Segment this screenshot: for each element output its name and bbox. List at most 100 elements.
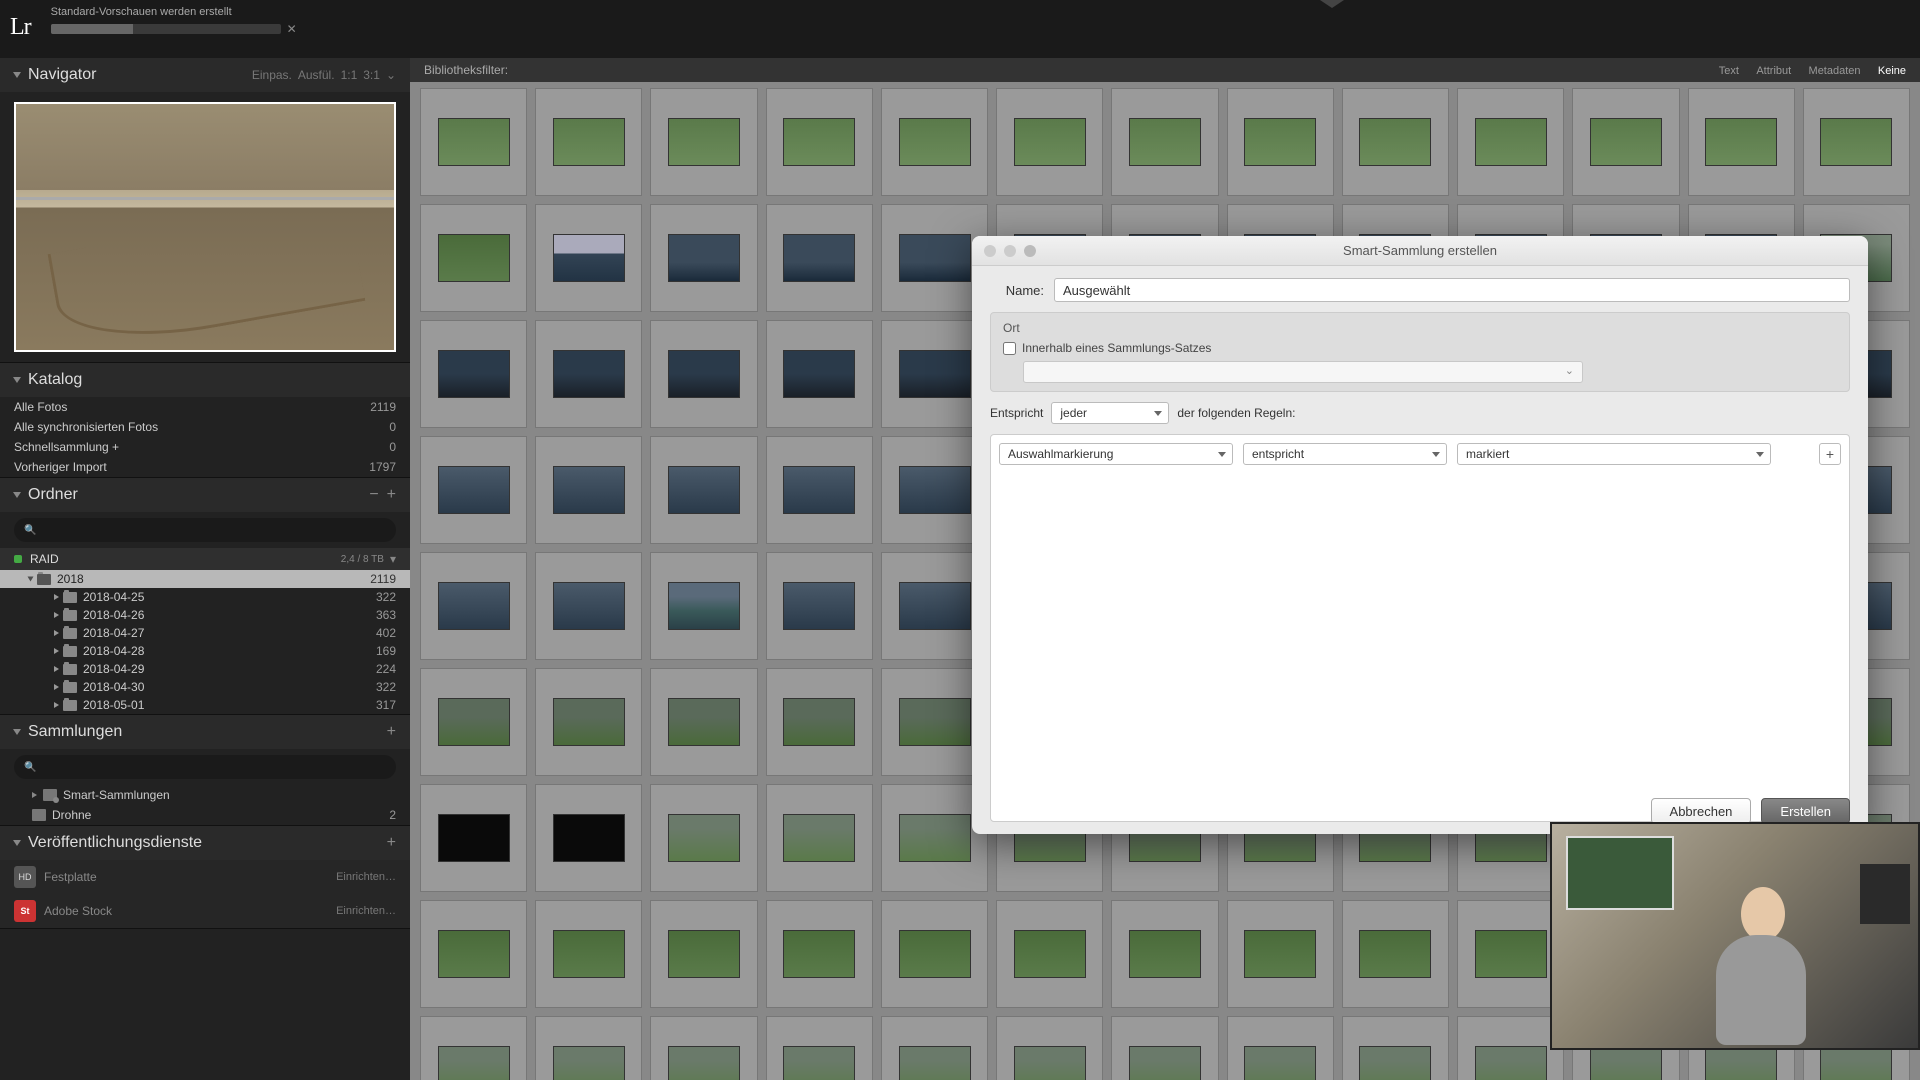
grid-cell[interactable] [996, 900, 1103, 1008]
grid-cell[interactable] [420, 204, 527, 312]
remove-folder-button[interactable]: − [369, 486, 378, 504]
grid-cell[interactable] [1342, 900, 1449, 1008]
window-zoom-icon[interactable] [1024, 245, 1036, 257]
grid-cell[interactable] [766, 320, 873, 428]
catalog-header[interactable]: Katalog [0, 363, 410, 397]
disclosure-triangle-icon[interactable] [54, 666, 59, 672]
grid-cell[interactable] [881, 88, 988, 196]
disclosure-triangle-icon[interactable] [54, 630, 59, 636]
publish-header[interactable]: Veröffentlichungsdienste + [0, 826, 410, 860]
grid-cell[interactable] [1111, 88, 1218, 196]
grid-cell[interactable] [650, 1016, 757, 1080]
collection-item[interactable]: Smart-Sammlungen [0, 785, 410, 805]
grid-cell[interactable] [420, 88, 527, 196]
rule-operator-select[interactable]: entspricht [1243, 443, 1447, 465]
grid-cell[interactable] [1111, 900, 1218, 1008]
disclosure-triangle-icon[interactable] [54, 612, 59, 618]
folder-row[interactable]: 2018-04-27402 [0, 624, 410, 642]
folder-row[interactable]: 2018-04-28169 [0, 642, 410, 660]
module-picker-arrow-icon[interactable] [1320, 0, 1344, 8]
grid-cell[interactable] [1572, 88, 1679, 196]
collections-header[interactable]: Sammlungen + [0, 715, 410, 749]
navigator-preview-image[interactable] [14, 102, 396, 352]
grid-cell[interactable] [535, 88, 642, 196]
checkbox-input[interactable] [1003, 342, 1016, 355]
folder-row-root[interactable]: 2018 2119 [0, 570, 410, 588]
grid-cell[interactable] [535, 1016, 642, 1080]
catalog-item[interactable]: Schnellsammlung +0 [0, 437, 410, 457]
grid-cell[interactable] [420, 1016, 527, 1080]
dialog-titlebar[interactable]: Smart-Sammlung erstellen [972, 236, 1868, 266]
disclosure-triangle-icon[interactable] [54, 684, 59, 690]
grid-cell[interactable] [881, 1016, 988, 1080]
grid-cell[interactable] [535, 320, 642, 428]
grid-cell[interactable] [650, 784, 757, 892]
catalog-item[interactable]: Vorheriger Import1797 [0, 457, 410, 477]
grid-cell[interactable] [420, 552, 527, 660]
navigator-header[interactable]: Navigator Einpas.Ausfül.1:13:1⌄ [0, 58, 410, 92]
grid-cell[interactable] [535, 900, 642, 1008]
chevron-down-icon[interactable]: ▾ [390, 552, 396, 566]
catalog-item[interactable]: Alle synchronisierten Fotos0 [0, 417, 410, 437]
grid-cell[interactable] [766, 552, 873, 660]
grid-cell[interactable] [996, 88, 1103, 196]
grid-cell[interactable] [1457, 900, 1564, 1008]
grid-cell[interactable] [1688, 88, 1795, 196]
collection-set-select[interactable] [1023, 361, 1583, 383]
disclosure-triangle-icon[interactable] [54, 594, 59, 600]
grid-cell[interactable] [766, 1016, 873, 1080]
grid-cell[interactable] [535, 552, 642, 660]
disclosure-triangle-icon[interactable] [54, 702, 59, 708]
grid-cell[interactable] [535, 784, 642, 892]
filter-metadata[interactable]: Metadaten [1809, 65, 1861, 77]
grid-cell[interactable] [420, 784, 527, 892]
grid-cell[interactable] [650, 552, 757, 660]
grid-cell[interactable] [420, 900, 527, 1008]
grid-cell[interactable] [650, 88, 757, 196]
match-mode-select[interactable]: jeder [1051, 402, 1169, 424]
grid-cell[interactable] [535, 668, 642, 776]
catalog-item[interactable]: Alle Fotos2119 [0, 397, 410, 417]
create-button[interactable]: Erstellen [1761, 798, 1850, 824]
disclosure-triangle-icon[interactable] [28, 577, 34, 582]
progress-cancel-icon[interactable]: ✕ [287, 22, 297, 36]
grid-cell[interactable] [420, 668, 527, 776]
grid-cell[interactable] [1227, 88, 1334, 196]
disclosure-triangle-icon[interactable] [32, 792, 37, 798]
window-close-icon[interactable] [984, 245, 996, 257]
navigator-zoom-options[interactable]: Einpas.Ausfül.1:13:1⌄ [246, 68, 396, 82]
grid-cell[interactable] [1803, 88, 1910, 196]
publish-service-row[interactable]: HDFestplatteEinrichten… [0, 860, 410, 894]
folder-row[interactable]: 2018-04-25322 [0, 588, 410, 606]
add-rule-button[interactable]: + [1819, 443, 1841, 465]
publish-service-row[interactable]: StAdobe StockEinrichten… [0, 894, 410, 928]
grid-cell[interactable] [650, 900, 757, 1008]
inside-set-checkbox[interactable]: Innerhalb eines Sammlungs-Satzes [1003, 341, 1837, 355]
service-setup-link[interactable]: Einrichten… [336, 871, 396, 883]
add-collection-button[interactable]: + [387, 723, 396, 741]
filter-none[interactable]: Keine [1878, 65, 1906, 77]
grid-cell[interactable] [650, 436, 757, 544]
grid-cell[interactable] [766, 436, 873, 544]
add-folder-button[interactable]: + [387, 486, 396, 504]
collection-item[interactable]: Drohne2 [0, 805, 410, 825]
folder-row[interactable]: 2018-05-01317 [0, 696, 410, 714]
grid-cell[interactable] [881, 900, 988, 1008]
folder-row[interactable]: 2018-04-29224 [0, 660, 410, 678]
grid-cell[interactable] [1227, 1016, 1334, 1080]
grid-cell[interactable] [1342, 88, 1449, 196]
service-setup-link[interactable]: Einrichten… [336, 905, 396, 917]
grid-cell[interactable] [1457, 88, 1564, 196]
grid-cell[interactable] [420, 436, 527, 544]
grid-cell[interactable] [766, 204, 873, 312]
grid-cell[interactable] [650, 668, 757, 776]
folder-row[interactable]: 2018-04-30322 [0, 678, 410, 696]
window-minimize-icon[interactable] [1004, 245, 1016, 257]
grid-cell[interactable] [650, 320, 757, 428]
grid-cell[interactable] [996, 1016, 1103, 1080]
name-input[interactable] [1054, 278, 1850, 302]
grid-cell[interactable] [535, 436, 642, 544]
cancel-button[interactable]: Abbrechen [1651, 798, 1752, 824]
grid-cell[interactable] [766, 784, 873, 892]
disclosure-triangle-icon[interactable] [54, 648, 59, 654]
